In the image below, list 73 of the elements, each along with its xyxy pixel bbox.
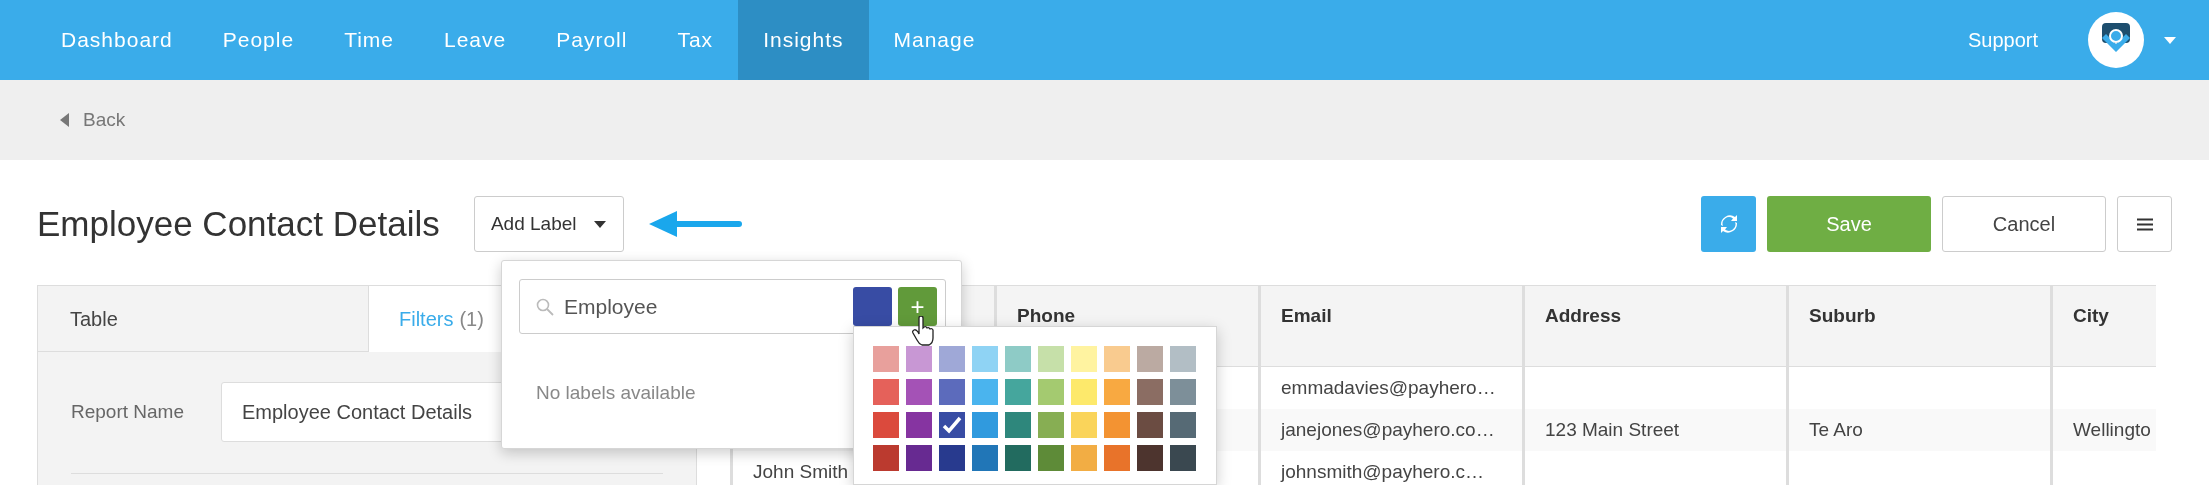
color-swatch[interactable]: [939, 412, 965, 438]
color-swatch[interactable]: [1005, 445, 1031, 471]
color-swatch[interactable]: [972, 445, 998, 471]
color-swatch[interactable]: [1170, 379, 1196, 405]
nav-item[interactable]: Leave: [419, 0, 532, 80]
back-link[interactable]: Back: [83, 105, 126, 135]
color-swatch[interactable]: [1038, 412, 1064, 438]
menu-icon: [2136, 217, 2153, 231]
color-swatch[interactable]: [906, 412, 932, 438]
color-swatch[interactable]: [906, 346, 932, 372]
color-swatch[interactable]: [1170, 445, 1196, 471]
check-icon: [942, 416, 962, 434]
color-swatch[interactable]: [1005, 379, 1031, 405]
color-swatch[interactable]: [873, 412, 899, 438]
color-swatch[interactable]: [1071, 412, 1097, 438]
nav-item[interactable]: Time: [319, 0, 419, 80]
color-swatch[interactable]: [1137, 346, 1163, 372]
color-swatch[interactable]: [1137, 445, 1163, 471]
color-swatch[interactable]: [1104, 412, 1130, 438]
column-header[interactable]: Suburb: [1809, 302, 1876, 331]
color-swatch[interactable]: [1071, 445, 1097, 471]
refresh-button[interactable]: [1701, 196, 1756, 252]
color-swatch[interactable]: [1005, 346, 1031, 372]
menu-button[interactable]: [2117, 196, 2172, 252]
color-swatch[interactable]: [1104, 379, 1130, 405]
color-swatch[interactable]: [1038, 445, 1064, 471]
color-swatch[interactable]: [972, 412, 998, 438]
caret-icon[interactable]: [2164, 36, 2176, 44]
color-swatch[interactable]: [939, 379, 965, 405]
nav-item[interactable]: Manage: [868, 0, 1001, 80]
color-swatch[interactable]: [1137, 379, 1163, 405]
support-link[interactable]: Support: [1967, 0, 2038, 80]
nav-item[interactable]: Dashboard: [36, 0, 198, 80]
color-swatch[interactable]: [972, 379, 998, 405]
nav-item[interactable]: People: [197, 0, 320, 80]
color-swatch[interactable]: [873, 346, 899, 372]
color-swatch[interactable]: [1137, 412, 1163, 438]
color-swatch[interactable]: [906, 445, 932, 471]
add-button[interactable]: +: [898, 287, 937, 326]
color-swatch[interactable]: [972, 346, 998, 372]
color-swatch[interactable]: [906, 379, 932, 405]
label-color-swatch[interactable]: [853, 287, 892, 326]
color-swatch[interactable]: [1104, 346, 1130, 372]
page-title: Employee Contact Details: [37, 202, 440, 245]
nav-item[interactable]: Insights: [738, 0, 869, 80]
color-swatch[interactable]: [1005, 412, 1031, 438]
color-swatch[interactable]: [1071, 346, 1097, 372]
color-swatch[interactable]: [873, 445, 899, 471]
table-cell: johnsmith@payhero.c…: [1258, 451, 1522, 485]
nav-item[interactable]: Tax: [652, 0, 739, 80]
nav-item[interactable]: Payroll: [531, 0, 653, 80]
color-swatch[interactable]: [1038, 379, 1064, 405]
save-button[interactable]: Save: [1767, 196, 1931, 252]
color-swatch[interactable]: [873, 379, 899, 405]
search-icon: [536, 298, 554, 316]
color-swatch[interactable]: [1170, 346, 1196, 372]
color-swatch[interactable]: [939, 445, 965, 471]
color-swatch[interactable]: [1071, 379, 1097, 405]
add-label-dropdown[interactable]: Add Label: [473, 196, 624, 252]
account-avatar-icon[interactable]: [2088, 12, 2144, 68]
color-swatch[interactable]: [939, 346, 965, 372]
back-arrow-icon: [60, 113, 70, 127]
column-header[interactable]: Email: [1281, 302, 1332, 331]
color-swatch[interactable]: [1104, 445, 1130, 471]
arrow-icon: [648, 211, 743, 237]
cancel-button[interactable]: Cancel: [1942, 196, 2106, 252]
report-name-label: Report Name: [71, 399, 185, 424]
caret-icon: [594, 220, 607, 228]
column-header[interactable]: Address: [1545, 302, 1622, 331]
color-swatch[interactable]: [1038, 346, 1064, 372]
color-swatch[interactable]: [1170, 412, 1196, 438]
refresh-icon: [1718, 214, 1739, 234]
column-header[interactable]: City: [2073, 302, 2109, 331]
